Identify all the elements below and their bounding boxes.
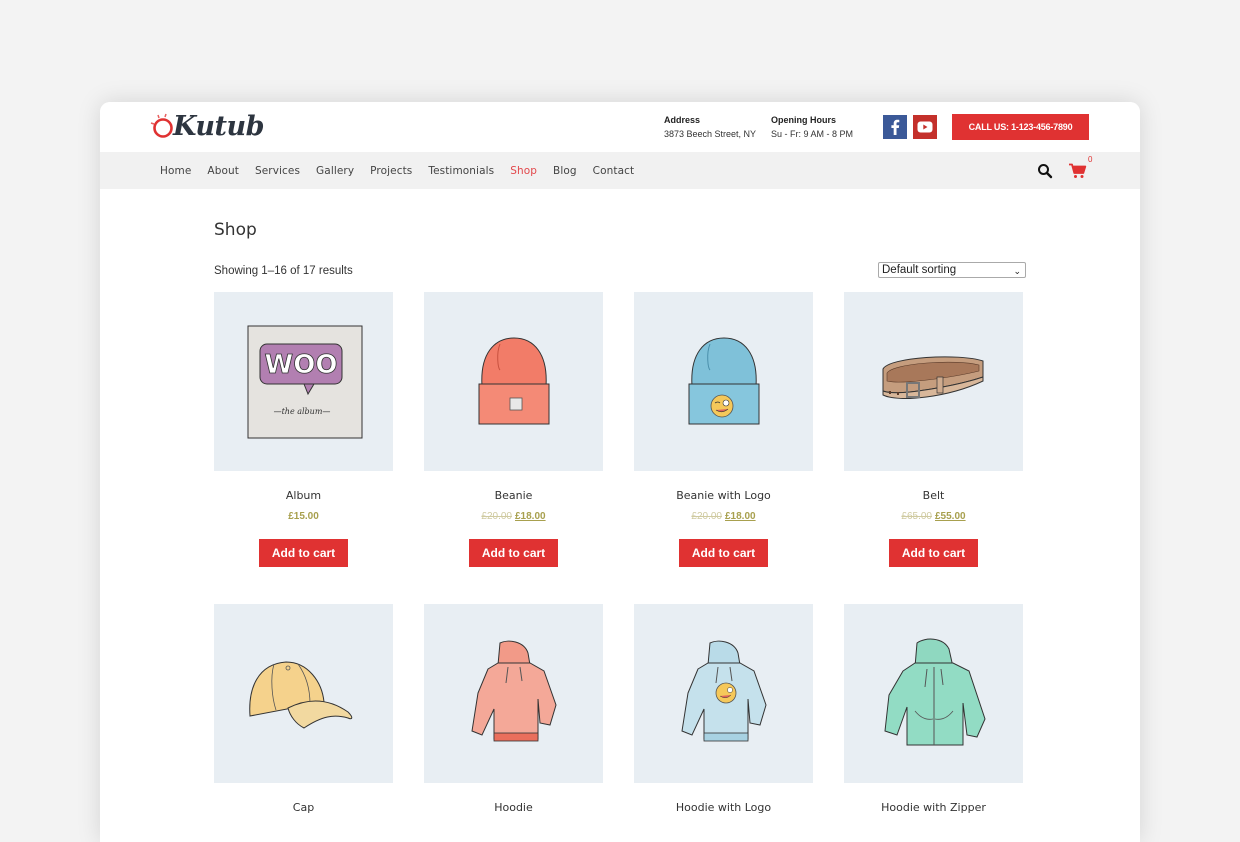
product-image[interactable]	[844, 292, 1023, 471]
product-image[interactable]	[844, 604, 1023, 783]
current-price: £18.00	[515, 511, 546, 522]
product-name[interactable]: Hoodie with Logo	[634, 801, 813, 814]
current-price: £55.00	[935, 511, 966, 522]
nav-item-shop[interactable]: Shop	[510, 165, 537, 177]
hours-value: Su - Fr: 9 AM - 8 PM	[771, 129, 854, 139]
page-title: Shop	[214, 220, 257, 240]
search-icon[interactable]	[1037, 163, 1053, 179]
facebook-icon	[891, 119, 900, 135]
address-value: 3873 Beech Street, NY	[664, 129, 757, 139]
nav-item-projects[interactable]: Projects	[370, 165, 412, 177]
nav-item-gallery[interactable]: Gallery	[316, 165, 354, 177]
beanie-image	[478, 337, 549, 425]
old-price: £20.00	[481, 511, 512, 522]
top-bar: Kutub Address 3873 Beech Street, NY Open…	[100, 102, 1140, 152]
old-price: £65.00	[901, 511, 932, 522]
product-name[interactable]: Album	[214, 489, 393, 502]
add-to-cart-button[interactable]: Add to cart	[469, 539, 558, 567]
youtube-link[interactable]	[913, 115, 937, 139]
result-count: Showing 1–16 of 17 results	[214, 265, 353, 277]
add-to-cart-button[interactable]: Add to cart	[679, 539, 768, 567]
belt-image	[882, 355, 983, 399]
site-logo[interactable]: Kutub	[150, 108, 265, 144]
product-name[interactable]: Beanie	[424, 489, 603, 502]
nav-item-testimonials[interactable]: Testimonials	[428, 165, 494, 177]
nav-menu: Home About Services Gallery Projects Tes…	[160, 152, 650, 189]
album-image: WOO —the album—	[247, 325, 362, 438]
product-name[interactable]: Hoodie	[424, 801, 603, 814]
chevron-down-icon: ⌄	[1013, 266, 1021, 276]
product-card: Beanie £20.00 £18.00 Add to cart	[424, 292, 603, 567]
youtube-icon	[917, 121, 933, 133]
product-image[interactable]	[424, 604, 603, 783]
product-image[interactable]	[214, 604, 393, 783]
logo-sun-icon	[150, 113, 173, 138]
product-name[interactable]: Hoodie with Zipper	[844, 801, 1023, 814]
cart-count-badge: 0	[1088, 155, 1093, 164]
current-price: £18.00	[725, 511, 756, 522]
product-price: £20.00 £18.00	[634, 511, 813, 522]
call-us-button[interactable]: CALL US: 1-123-456-7890	[952, 114, 1089, 140]
product-name[interactable]: Beanie with Logo	[634, 489, 813, 502]
cart-icon[interactable]	[1069, 163, 1087, 179]
product-card: Beanie with Logo £20.00 £18.00 Add to car…	[634, 292, 813, 567]
shop-content: Shop Showing 1–16 of 17 results Default …	[214, 220, 1026, 814]
product-image[interactable]	[424, 292, 603, 471]
svg-text:WOO: WOO	[264, 350, 337, 380]
hoodie-image	[470, 640, 557, 741]
address-label: Address	[664, 115, 701, 125]
hours-block: Opening Hours Su - Fr: 9 AM - 8 PM	[771, 113, 853, 141]
hoodie-with-zipper-image	[883, 638, 986, 745]
beanie-with-logo-image	[688, 337, 759, 425]
product-card: Hoodie with Zipper	[844, 604, 1023, 814]
product-price: £65.00 £55.00	[844, 511, 1023, 522]
address-block: Address 3873 Beech Street, NY	[664, 113, 756, 141]
product-image[interactable]	[634, 292, 813, 471]
main-navigation: Home About Services Gallery Projects Tes…	[100, 152, 1140, 189]
sort-selected-value: Default sorting	[882, 264, 957, 276]
product-card: Hoodie with Logo	[634, 604, 813, 814]
product-card: Cap	[214, 604, 393, 814]
nav-item-home[interactable]: Home	[160, 165, 191, 177]
nav-item-contact[interactable]: Contact	[593, 165, 635, 177]
nav-item-services[interactable]: Services	[255, 165, 300, 177]
nav-item-about[interactable]: About	[207, 165, 239, 177]
product-name[interactable]: Belt	[844, 489, 1023, 502]
product-name[interactable]: Cap	[214, 801, 393, 814]
nav-item-blog[interactable]: Blog	[553, 165, 577, 177]
hoodie-with-logo-image	[680, 640, 767, 741]
add-to-cart-button[interactable]: Add to cart	[259, 539, 348, 567]
product-card: WOO —the album— Album £15.00 Add to cart	[214, 292, 393, 567]
logo-text: Kutub	[173, 110, 265, 142]
facebook-link[interactable]	[883, 115, 907, 139]
old-price: £20.00	[691, 511, 722, 522]
product-price: £15.00	[214, 511, 393, 522]
product-price: £20.00 £18.00	[424, 511, 603, 522]
add-to-cart-button[interactable]: Add to cart	[889, 539, 978, 567]
product-card: Belt £65.00 £55.00 Add to cart	[844, 292, 1023, 567]
browser-window: Kutub Address 3873 Beech Street, NY Open…	[100, 102, 1140, 842]
cap-image	[248, 660, 352, 729]
product-image[interactable]: WOO —the album—	[214, 292, 393, 471]
product-card: Hoodie	[424, 604, 603, 814]
sort-select[interactable]: Default sorting ⌄	[878, 262, 1026, 278]
current-price: £15.00	[288, 511, 319, 522]
hours-label: Opening Hours	[771, 115, 836, 125]
product-image[interactable]	[634, 604, 813, 783]
svg-text:—the album—: —the album—	[273, 407, 330, 416]
